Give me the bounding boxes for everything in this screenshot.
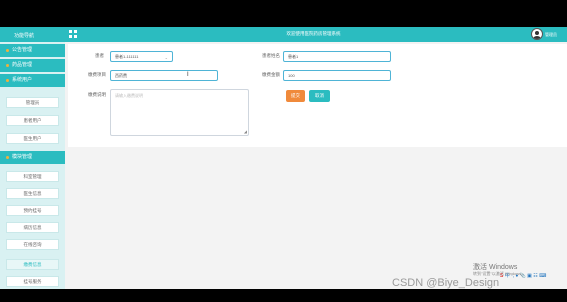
sidebar-item-admin[interactable]: 管理员 [6, 97, 59, 108]
item-label: 缴费项目 [88, 72, 106, 77]
patient-name-input[interactable]: 患者1 [283, 51, 391, 62]
page-title: 欢迎使用医院药房管理系统 [286, 31, 341, 36]
sidebar-logo: 功能导航 [0, 27, 65, 42]
nav-section-modules[interactable]: 模块管理 [0, 151, 65, 164]
sidebar-item-patients[interactable]: 患者用户 [6, 115, 59, 126]
chevron-down-icon: ⌄ [164, 55, 168, 60]
patient-name-label: 患者姓名 [262, 53, 280, 58]
sidebar-item-doctor-info[interactable]: 医生信息 [6, 188, 59, 199]
resize-handle-icon[interactable]: ◢ [244, 129, 247, 134]
cancel-button[interactable]: 取消 [309, 90, 330, 102]
sidebar-item-appointments[interactable]: 预约挂号 [6, 205, 59, 216]
desc-placeholder: 请输入缴费说明 [115, 93, 143, 98]
nav-section-label: 公告管理 [12, 47, 33, 53]
nav-section-label: 模块管理 [12, 154, 33, 160]
app-window: 欢迎使用医院药房管理系统 管理员 功能导航 公告管理 药品管理 系统用户 管理员… [0, 27, 567, 289]
sidebar-item-payments[interactable]: 缴费信息 [6, 259, 59, 270]
desc-textarea[interactable]: 请输入缴费说明 ◢ [110, 89, 249, 136]
amount-input[interactable]: 100 [283, 70, 391, 81]
submit-button[interactable]: 提交 [286, 90, 305, 102]
sidebar: 功能导航 公告管理 药品管理 系统用户 管理员 患者用户 医生用户 模块管理 科… [0, 27, 65, 289]
sidebar-item-records[interactable]: 病历信息 [6, 222, 59, 233]
sidebar-item-doctors[interactable]: 医生用户 [6, 133, 59, 144]
bullet-icon [6, 49, 9, 52]
sidebar-item-departments[interactable]: 科室管理 [6, 171, 59, 182]
sidebar-logo-text: 功能导航 [14, 33, 35, 39]
bullet-icon [6, 79, 9, 82]
amount-label: 缴费金额 [262, 72, 280, 77]
patient-select[interactable]: 患者1-111111 ⌄ [110, 51, 173, 62]
avatar[interactable] [531, 28, 543, 40]
text-cursor-icon: I [187, 72, 189, 78]
sidebar-item-consult[interactable]: 在线咨询 [6, 239, 59, 250]
patient-label: 患者 [95, 53, 104, 58]
username[interactable]: 管理员 [545, 32, 557, 38]
patient-select-value: 患者1-111111 [115, 54, 139, 59]
nav-section-drugs[interactable]: 药品管理 [0, 59, 65, 72]
nav-section-label: 系统用户 [12, 77, 33, 83]
top-bar: 欢迎使用医院药房管理系统 管理员 [0, 27, 567, 42]
bullet-icon [6, 64, 9, 67]
item-input[interactable]: 西药费 [110, 70, 218, 81]
desc-label: 缴费说明 [88, 92, 106, 97]
nav-section-label: 药品管理 [12, 62, 33, 68]
nav-section-users[interactable]: 系统用户 [0, 74, 65, 87]
sidebar-item-registration[interactable]: 挂号服务 [6, 276, 59, 287]
bullet-icon [6, 156, 9, 159]
watermark: CSDN @Biye_Design [392, 277, 500, 289]
form-panel: 患者 患者1-111111 ⌄ 患者姓名 患者1 缴费项目 西药费 I 缴费金额… [68, 44, 567, 147]
nav-section-announcements[interactable]: 公告管理 [0, 44, 65, 57]
